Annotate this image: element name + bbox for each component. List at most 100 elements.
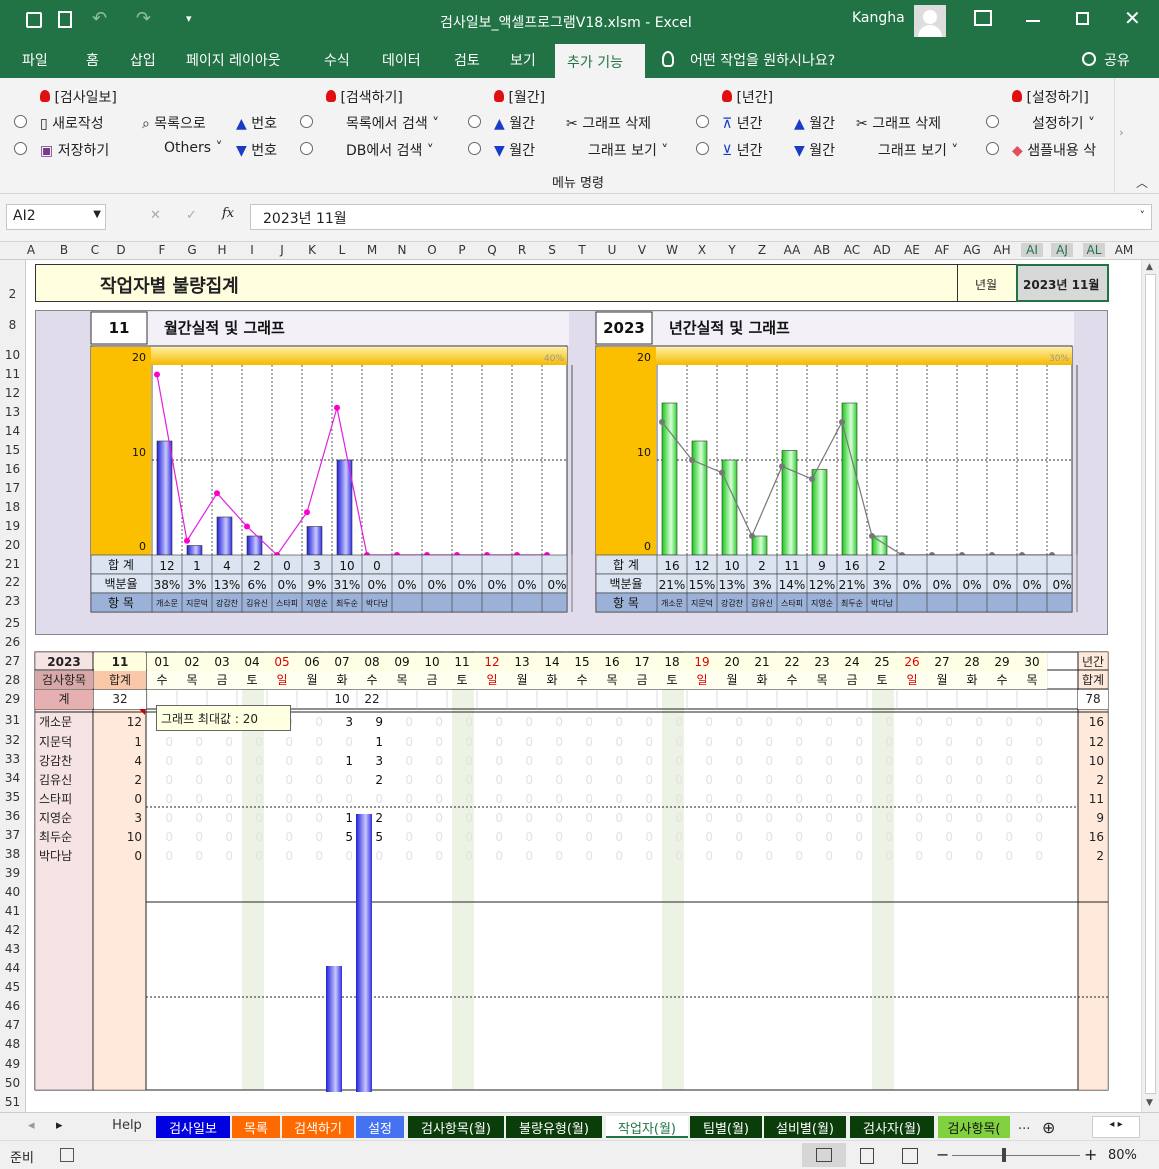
row-header-16[interactable]: 16	[0, 462, 25, 476]
yearly-graph-delete-button[interactable]: ✂ 그래프 삭제	[856, 113, 941, 133]
tab-view[interactable]: 보기	[510, 50, 536, 70]
number-up-button[interactable]: ▲ 번호	[236, 113, 277, 133]
column-header-AI[interactable]: AI	[1021, 243, 1043, 257]
tab-addins[interactable]: 추가 기능	[555, 44, 645, 78]
sheet-tab-2[interactable]: 목록	[232, 1116, 280, 1138]
row-header-15[interactable]: 15	[0, 443, 25, 457]
formula-input[interactable]: 2023년 11월 ˅	[250, 204, 1152, 230]
row-header-23[interactable]: 23	[0, 594, 25, 608]
cancel-icon[interactable]: ✕	[150, 208, 161, 223]
row-header-28[interactable]: 28	[0, 673, 25, 687]
row-header-21[interactable]: 21	[0, 557, 25, 571]
row-header-33[interactable]: 33	[0, 752, 25, 766]
column-header-AA[interactable]: AA	[781, 243, 803, 257]
tell-me-input[interactable]: 어떤 작업을 원하시나요?	[690, 50, 835, 70]
row-header-25[interactable]: 25	[0, 616, 25, 630]
column-header-G[interactable]: G	[181, 243, 203, 257]
column-header-AM[interactable]: AM	[1113, 243, 1135, 257]
row-header-46[interactable]: 46	[0, 999, 25, 1013]
column-header-Z[interactable]: Z	[751, 243, 773, 257]
column-header-I[interactable]: I	[241, 243, 263, 257]
sheet-tab-11[interactable]: 검사항목(	[938, 1116, 1010, 1138]
column-header-AE[interactable]: AE	[901, 243, 923, 257]
row-header-37[interactable]: 37	[0, 828, 25, 842]
ribbon-scroll-right[interactable]: ›	[1114, 78, 1128, 194]
yearly-graph-view-button[interactable]: 그래프 보기 ˅	[878, 140, 958, 160]
row-header-44[interactable]: 44	[0, 961, 25, 975]
print-preview-icon[interactable]	[58, 11, 72, 28]
zoom-in-button[interactable]: +	[1084, 1145, 1097, 1164]
radio-list-search[interactable]	[300, 115, 313, 132]
row-header-8[interactable]: 8	[0, 318, 25, 332]
macro-record-icon[interactable]	[60, 1148, 74, 1162]
sheet-tab-9[interactable]: 설비별(월)	[764, 1116, 846, 1138]
radio-settings[interactable]	[986, 115, 999, 132]
column-header-U[interactable]: U	[601, 243, 623, 257]
radio-yearly-up[interactable]	[696, 115, 709, 132]
column-header-L[interactable]: L	[331, 243, 353, 257]
row-header-26[interactable]: 26	[0, 635, 25, 649]
column-header-H[interactable]: H	[211, 243, 233, 257]
db-search-button[interactable]: DB에서 검색 ˅	[346, 140, 434, 160]
enter-icon[interactable]: ✓	[186, 208, 197, 223]
row-header-47[interactable]: 47	[0, 1018, 25, 1032]
column-header-S[interactable]: S	[541, 243, 563, 257]
tab-home[interactable]: 홈	[86, 50, 99, 70]
to-list-button[interactable]: ⌕ 목록으로	[142, 113, 206, 133]
horizontal-scrollbar[interactable]: ◂ ▸	[1092, 1116, 1140, 1138]
page-layout-view-icon[interactable]	[860, 1148, 874, 1164]
radio-monthly-down[interactable]	[468, 142, 481, 159]
row-header-49[interactable]: 49	[0, 1057, 25, 1071]
tab-page-layout[interactable]: 페이지 레이아웃	[186, 50, 281, 70]
row-header-18[interactable]: 18	[0, 500, 25, 514]
column-header-AC[interactable]: AC	[841, 243, 863, 257]
column-header-O[interactable]: O	[421, 243, 443, 257]
others-button[interactable]: Others ˅	[164, 140, 223, 156]
row-header-48[interactable]: 48	[0, 1037, 25, 1051]
worksheet[interactable]: 작업자별 불량집계 년월 2023년 11월 11 월간실적 및 그래프 20 10 0…	[26, 260, 1141, 1112]
sheet-tab-4[interactable]: 설정	[356, 1116, 404, 1138]
row-header-32[interactable]: 32	[0, 733, 25, 747]
row-header-19[interactable]: 19	[0, 519, 25, 533]
column-header-AH[interactable]: AH	[991, 243, 1013, 257]
zoom-out-button[interactable]: −	[936, 1145, 949, 1164]
undo-icon[interactable]: ↶	[92, 8, 107, 29]
row-header-43[interactable]: 43	[0, 942, 25, 956]
number-down-button[interactable]: ▼ 번호	[236, 140, 277, 160]
share-button[interactable]: 공유	[1104, 50, 1130, 70]
column-header-AF[interactable]: AF	[931, 243, 953, 257]
column-header-X[interactable]: X	[691, 243, 713, 257]
avatar[interactable]	[914, 5, 946, 37]
row-header-45[interactable]: 45	[0, 980, 25, 994]
insert-function-icon[interactable]: fx	[222, 206, 234, 221]
column-header-B[interactable]: B	[53, 243, 75, 257]
column-header-Y[interactable]: Y	[721, 243, 743, 257]
column-header-Q[interactable]: Q	[481, 243, 503, 257]
row-header-20[interactable]: 20	[0, 538, 25, 552]
column-header-AL[interactable]: AL	[1083, 243, 1105, 257]
tab-formulas[interactable]: 수식	[324, 50, 350, 70]
vertical-scrollbar[interactable]: ▲ ▼	[1141, 260, 1159, 1112]
sheet-tab-12[interactable]: ...	[1012, 1116, 1032, 1138]
column-header-AD[interactable]: AD	[871, 243, 893, 257]
row-header-51[interactable]: 51	[0, 1095, 25, 1109]
save-button[interactable]: ▣ 저장하기	[40, 140, 109, 160]
column-header-AG[interactable]: AG	[961, 243, 983, 257]
tab-scroll-right[interactable]: ▸	[50, 1116, 69, 1138]
row-header-50[interactable]: 50	[0, 1076, 25, 1090]
sheet-tab-0[interactable]: Help	[104, 1116, 150, 1138]
tab-file[interactable]: 파일	[22, 50, 48, 70]
column-header-AJ[interactable]: AJ	[1051, 243, 1073, 257]
yearly-month-up-button[interactable]: ▲ 월간	[794, 113, 835, 133]
row-header-10[interactable]: 10	[0, 348, 25, 362]
yearly-down-button[interactable]: ⊻ 년간	[722, 140, 762, 160]
monthly-graph-view-button[interactable]: 그래프 보기 ˅	[588, 140, 668, 160]
column-header-V[interactable]: V	[631, 243, 653, 257]
add-sheet-icon[interactable]: ⊕	[1036, 1116, 1061, 1138]
zoom-thumb[interactable]	[1002, 1148, 1006, 1162]
monthly-graph-delete-button[interactable]: ✂ 그래프 삭제	[566, 113, 651, 133]
sheet-tab-7[interactable]: 작업자(월)	[606, 1116, 688, 1138]
sheet-tab-10[interactable]: 검사자(월)	[850, 1116, 934, 1138]
sheet-tab-5[interactable]: 검사항목(월)	[408, 1116, 504, 1138]
close-icon[interactable]: ✕	[1124, 6, 1141, 30]
